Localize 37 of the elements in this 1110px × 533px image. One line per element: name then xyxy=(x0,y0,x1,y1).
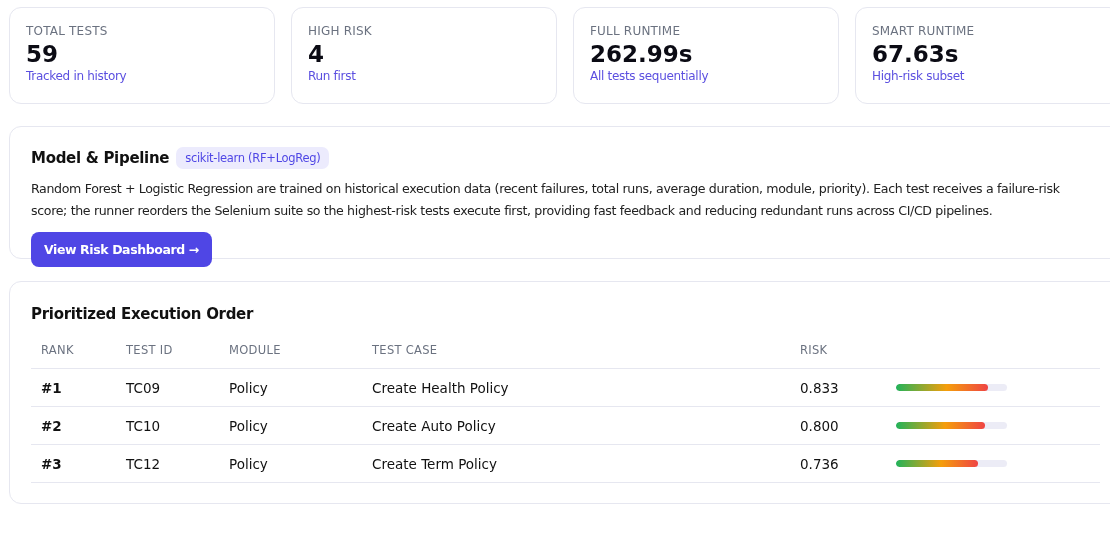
stat-label: HIGH RISK xyxy=(308,24,373,38)
risk-cell: 0.800 xyxy=(790,406,886,445)
model-badge: scikit-learn (RF+LogReg) xyxy=(176,147,330,169)
test-case-cell: Create Auto Policy xyxy=(362,406,790,445)
test-id-cell: TC12 xyxy=(116,444,219,483)
stat-value: 59 xyxy=(26,41,59,67)
column-header: TEST ID xyxy=(116,343,219,369)
module-cell: Policy xyxy=(219,368,362,407)
description: Random Forest + Logistic Regression are trained on historical execution data (recent failures, total runs, average duration, module, priority). Each test receives a failure-risk score; the runner reorders the Selenium suite so the highest-risk tests execute first, providing fast feedback and reducing redundant runs across CI/CD pipelines. xyxy=(31,180,1061,220)
test-case-cell: Create Term Policy xyxy=(362,444,790,483)
stat-note: All tests sequentially xyxy=(590,69,710,83)
column-header: MODULE xyxy=(219,343,362,369)
stat-note: Run first xyxy=(308,69,357,83)
stat-label: FULL RUNTIME xyxy=(590,24,682,38)
module-cell: Policy xyxy=(219,406,362,445)
card-title: Prioritized Execution Order xyxy=(31,305,255,323)
rank-cell: #2 xyxy=(31,406,116,445)
stat-value: 4 xyxy=(308,41,325,67)
stat-value: 262.99s xyxy=(590,41,694,67)
stat-label: SMART RUNTIME xyxy=(872,24,976,38)
column-header: TEST CASE xyxy=(362,343,790,369)
test-case-cell: Create Health Policy xyxy=(362,368,790,407)
stat-label: TOTAL TESTS xyxy=(26,24,109,38)
stat-value: 67.63s xyxy=(872,41,960,67)
test-id-cell: TC10 xyxy=(116,406,219,445)
stat-note: Tracked in history xyxy=(26,69,128,83)
module-cell: Policy xyxy=(219,444,362,483)
rank-cell: #1 xyxy=(31,368,116,407)
card-title: Model & Pipeline xyxy=(31,149,170,167)
test-id-cell: TC09 xyxy=(116,368,219,407)
column-header: RANK xyxy=(31,343,116,369)
risk-cell: 0.833 xyxy=(790,368,886,407)
stat-note: High-risk subset xyxy=(872,69,966,83)
dashboard-button[interactable]: View Risk Dashboard → xyxy=(31,232,212,267)
rank-cell: #3 xyxy=(31,444,116,483)
risk-cell: 0.736 xyxy=(790,444,886,483)
column-header: RISK xyxy=(790,343,886,369)
